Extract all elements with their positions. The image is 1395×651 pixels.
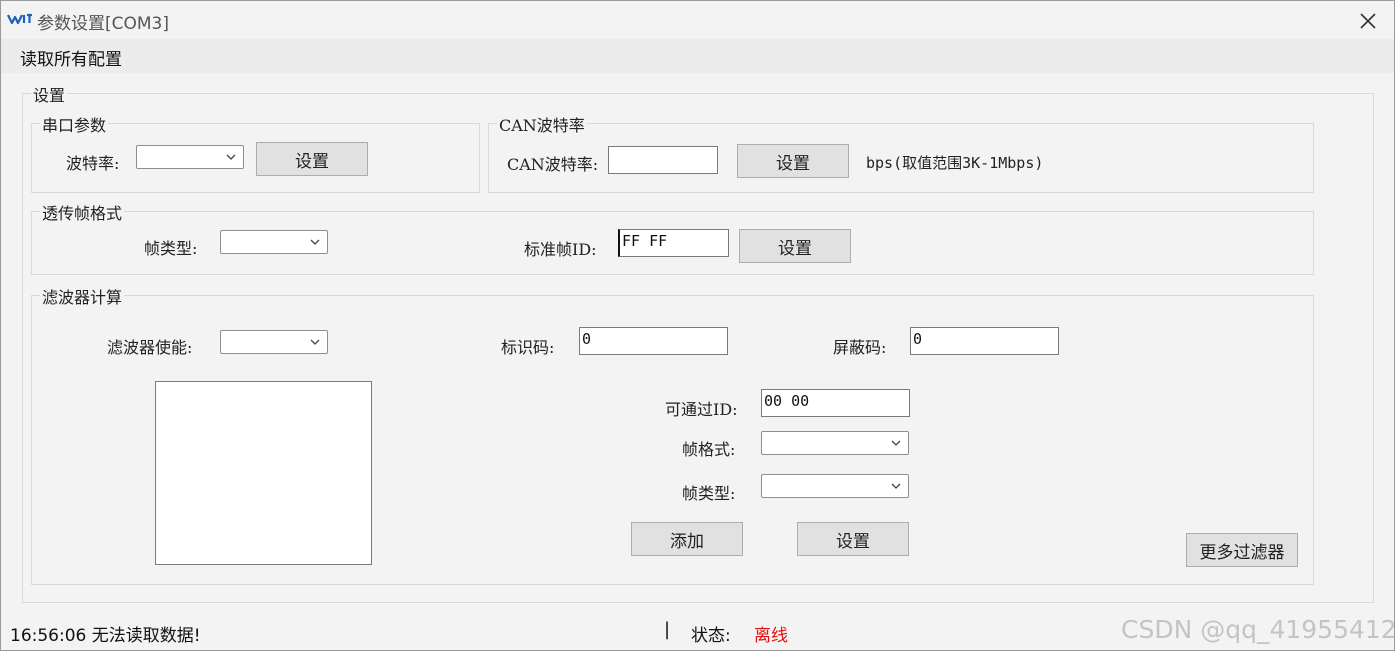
frame-format-label: 帧格式:: [682, 440, 736, 459]
std-frame-id-input[interactable]: FF FF: [618, 229, 729, 257]
connection-state-label: 状态:: [691, 626, 731, 646]
frame-format-select[interactable]: [761, 431, 909, 455]
baud-rate-select[interactable]: [136, 145, 244, 169]
window-title: 参数设置[COM3]: [37, 14, 169, 34]
can-baud-legend: CAN波特率: [497, 112, 587, 136]
status-separator: |: [664, 619, 671, 640]
filter-enable-select[interactable]: [220, 330, 328, 354]
mask-code-input[interactable]: 0: [910, 327, 1059, 355]
serial-set-button[interactable]: 设置: [256, 142, 368, 176]
more-filters-button[interactable]: 更多过滤器: [1186, 533, 1298, 567]
frame-type-label: 帧类型:: [144, 239, 198, 258]
can-baud-hint: bps(取值范围3K-1Mbps): [866, 154, 1044, 172]
chevron-down-icon: [310, 239, 320, 245]
add-filter-button[interactable]: 添加: [631, 522, 743, 556]
std-frame-id-label: 标准帧ID:: [524, 240, 597, 259]
filter-calc-legend: 滤波器计算: [40, 284, 125, 308]
settings-window: 参数设置[COM3] 读取所有配置 设置 串口参数 波特率: 设置 CAN波特率…: [0, 0, 1395, 651]
chevron-down-icon: [891, 440, 901, 446]
can-baud-input[interactable]: [608, 146, 718, 174]
title-bar[interactable]: 参数设置[COM3]: [1, 1, 1394, 39]
filter-frame-type-label: 帧类型:: [682, 484, 736, 503]
serial-params-legend: 串口参数: [40, 112, 109, 136]
wit-logo-icon: [7, 13, 32, 25]
pass-id-input[interactable]: 00 00: [761, 389, 910, 417]
settings-legend: 设置: [31, 82, 68, 106]
status-message: 16:56:06 无法读取数据!: [10, 626, 201, 646]
mask-code-label: 屏蔽码:: [833, 338, 887, 357]
chevron-down-icon: [891, 483, 901, 489]
filter-set-button[interactable]: 设置: [797, 522, 909, 556]
frame-format-legend: 透传帧格式: [40, 200, 125, 224]
chevron-down-icon: [226, 154, 236, 160]
menu-bar: 读取所有配置: [1, 39, 1394, 73]
watermark: CSDN @qq_41955412: [1121, 615, 1395, 644]
frame-set-button[interactable]: 设置: [739, 229, 851, 263]
status-bar: 16:56:06 无法读取数据! | 状态: 离线 CSDN @qq_41955…: [1, 607, 1395, 650]
filter-enable-label: 滤波器使能:: [107, 338, 193, 357]
can-baud-label: CAN波特率:: [507, 155, 599, 174]
filter-list[interactable]: [155, 381, 372, 565]
menu-read-all-config[interactable]: 读取所有配置: [20, 45, 122, 70]
frame-type-select[interactable]: [220, 230, 328, 254]
id-code-label: 标识码:: [501, 338, 555, 357]
filter-frame-type-select[interactable]: [761, 474, 909, 498]
close-icon[interactable]: [1356, 9, 1380, 33]
connection-state-value: 离线: [754, 626, 788, 646]
id-code-input[interactable]: 0: [579, 327, 728, 355]
pass-id-label: 可通过ID:: [665, 400, 738, 419]
baud-rate-label: 波特率:: [66, 154, 120, 173]
chevron-down-icon: [310, 339, 320, 345]
can-set-button[interactable]: 设置: [737, 144, 849, 178]
